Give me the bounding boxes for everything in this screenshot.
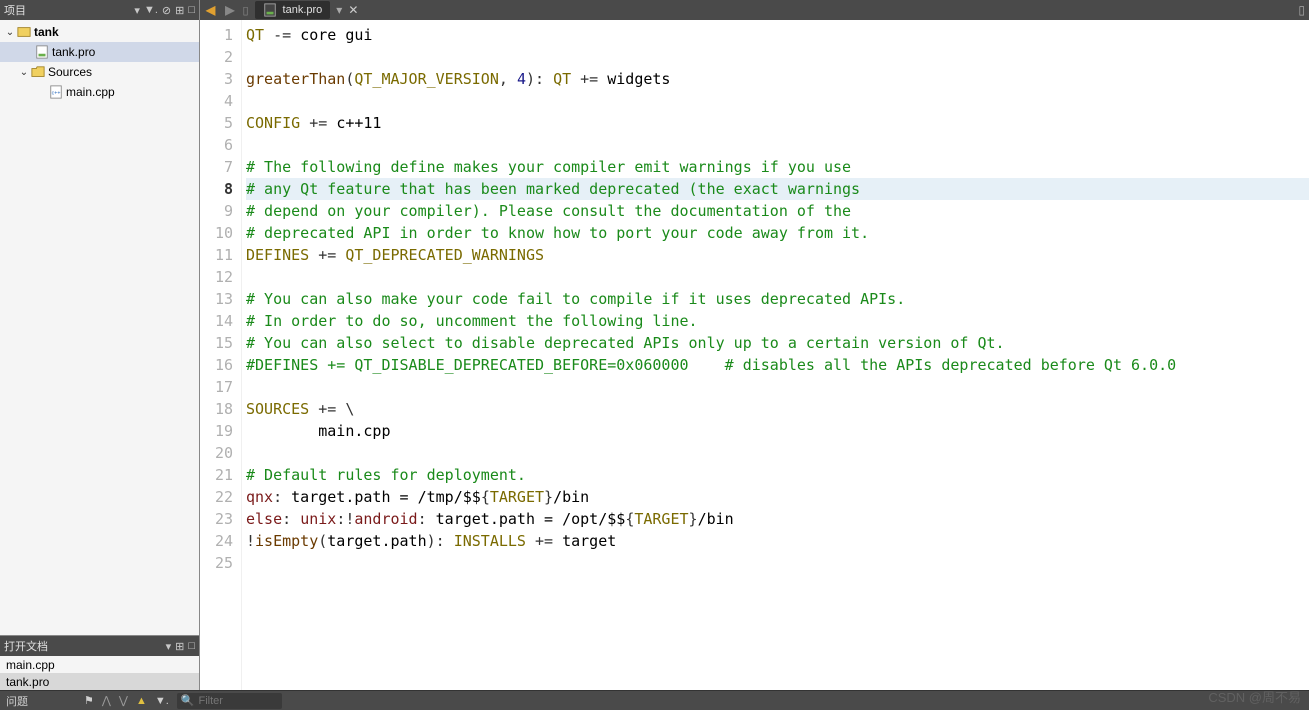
- folder-icon: [30, 65, 46, 80]
- tree-label: main.cpp: [66, 85, 115, 99]
- nav-up-icon[interactable]: ⋀: [102, 694, 111, 707]
- code-editor[interactable]: 1234567891011121314151617181920212223242…: [200, 20, 1309, 690]
- tree-label: tank: [34, 25, 59, 39]
- tree-label: Sources: [48, 65, 92, 79]
- warning-icon[interactable]: ▲: [136, 695, 147, 707]
- nav-down-icon[interactable]: ⋁: [119, 694, 128, 707]
- issues-filter-box[interactable]: 🔍: [177, 693, 283, 709]
- tab-filename: tank.pro: [283, 4, 323, 16]
- close-panel-icon[interactable]: □: [188, 640, 195, 652]
- open-documents-panel: 打开文档 ▾ ⊞ □ main.cpp tank.pro: [0, 635, 199, 690]
- editor-toolbar: ◀ ▶ ▯ tank.pro ▾ ✕ ▯: [200, 0, 1309, 20]
- tab-dropdown-icon[interactable]: ▾: [336, 3, 342, 17]
- bookmark-icon[interactable]: ▯: [242, 4, 248, 17]
- project-panel-header: 项目 ▾ ▼. ⊘ ⊞ □: [0, 0, 199, 20]
- project-icon: [16, 25, 32, 40]
- cpp-file-icon: c++: [48, 85, 64, 100]
- filter-funnel-icon[interactable]: ▼.: [155, 695, 169, 707]
- doc-label: main.cpp: [6, 658, 55, 672]
- bottom-status-bar: 问题 ⚑ ⋀ ⋁ ▲ ▼. 🔍: [0, 690, 1309, 710]
- pro-file-icon: [263, 3, 277, 17]
- editor-tab[interactable]: tank.pro: [255, 1, 331, 19]
- open-docs-header: 打开文档 ▾ ⊞ □: [0, 636, 199, 656]
- project-tree: ⌄ tank tank.pro ⌄ Sources: [0, 20, 199, 635]
- tree-label: tank.pro: [52, 45, 95, 59]
- filter-icon[interactable]: ▼.: [144, 4, 158, 16]
- tree-file-pro[interactable]: tank.pro: [0, 42, 199, 62]
- dropdown-icon[interactable]: ▾: [166, 640, 172, 653]
- split-editor-icon[interactable]: ▯: [1298, 3, 1305, 17]
- project-panel-title: 项目: [4, 2, 134, 18]
- tree-root[interactable]: ⌄ tank: [0, 22, 199, 42]
- tree-file-main[interactable]: c++ main.cpp: [0, 82, 199, 102]
- tab-close-icon[interactable]: ✕: [348, 3, 358, 17]
- tree-folder-sources[interactable]: ⌄ Sources: [0, 62, 199, 82]
- doc-label: tank.pro: [6, 675, 49, 689]
- link-icon[interactable]: ⊘: [162, 4, 171, 17]
- nav-back-button[interactable]: ◀: [204, 3, 217, 17]
- add-icon[interactable]: ⊞: [175, 4, 184, 17]
- line-number-gutter: 1234567891011121314151617181920212223242…: [200, 20, 242, 690]
- issues-filter-input[interactable]: [198, 695, 278, 707]
- split-icon[interactable]: ⊞: [175, 640, 184, 653]
- editor-pane: ◀ ▶ ▯ tank.pro ▾ ✕ ▯ 1234567891011121314…: [200, 0, 1309, 690]
- open-doc-item[interactable]: tank.pro: [0, 673, 199, 690]
- issues-tab[interactable]: 问题: [6, 693, 28, 709]
- svg-text:c++: c++: [52, 91, 61, 97]
- search-icon: 🔍: [181, 694, 195, 707]
- hierarchy-icon[interactable]: ⚑: [84, 694, 94, 707]
- chevron-down-icon[interactable]: ⌄: [18, 67, 30, 78]
- split-icon[interactable]: □: [188, 4, 195, 16]
- chevron-down-icon[interactable]: ⌄: [4, 27, 16, 38]
- sidebar: 项目 ▾ ▼. ⊘ ⊞ □ ⌄ tank tank.pro: [0, 0, 200, 690]
- pro-file-icon: [34, 45, 50, 60]
- open-docs-title: 打开文档: [4, 638, 166, 654]
- dropdown-icon[interactable]: ▾: [134, 4, 140, 17]
- nav-forward-button[interactable]: ▶: [223, 3, 236, 17]
- code-area[interactable]: QT -= core gui greaterThan(QT_MAJOR_VERS…: [242, 20, 1309, 690]
- open-doc-item[interactable]: main.cpp: [0, 656, 199, 673]
